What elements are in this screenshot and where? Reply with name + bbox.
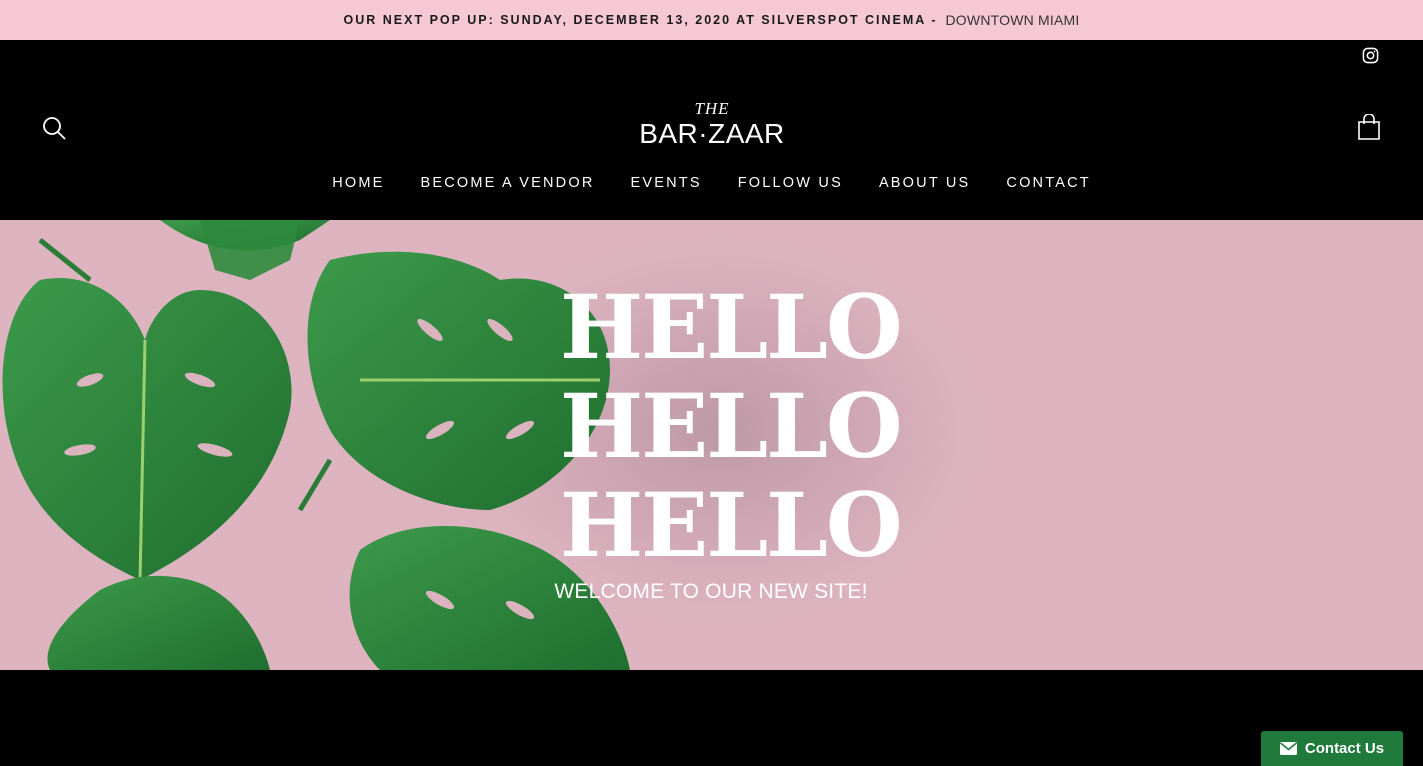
announcement-text: OUR NEXT POP UP: SUNDAY, DECEMBER 13, 20… xyxy=(343,13,938,27)
site-logo[interactable]: THE BAR·ZAAR xyxy=(632,100,792,152)
hero-line-3: HELLO xyxy=(560,473,903,577)
nav-home[interactable]: HOME xyxy=(332,173,384,195)
hero-line-2: HELLO xyxy=(560,374,903,478)
contact-us-label: Contact Us xyxy=(1304,740,1385,757)
contact-us-button[interactable]: Contact Us xyxy=(1261,731,1403,766)
site-header: THE BAR·ZAAR HOME BECOME A VENDOR EVENTS… xyxy=(0,40,1423,220)
nav-about-us[interactable]: ABOUT US xyxy=(879,173,970,195)
nav-follow-us[interactable]: FOLLOW US xyxy=(738,173,843,195)
nav-contact[interactable]: CONTACT xyxy=(1006,173,1090,195)
announcement-bar: OUR NEXT POP UP: SUNDAY, DECEMBER 13, 20… xyxy=(0,0,1423,40)
logo-name: BAR·ZAAR xyxy=(639,118,785,149)
envelope-icon xyxy=(1279,742,1297,755)
logo-the: THE xyxy=(694,99,730,118)
search-icon[interactable] xyxy=(42,116,66,140)
cart-icon[interactable] xyxy=(1357,114,1381,140)
main-nav: HOME BECOME A VENDOR EVENTS FOLLOW US AB… xyxy=(0,173,1423,195)
nav-events[interactable]: EVENTS xyxy=(631,173,702,195)
announcement-location: DOWNTOWN MIAMI xyxy=(945,12,1080,28)
instagram-icon[interactable] xyxy=(1362,47,1379,64)
hero-subtitle: WELCOME TO OUR NEW SITE! xyxy=(554,580,868,603)
nav-become-a-vendor[interactable]: BECOME A VENDOR xyxy=(421,173,595,195)
hero-line-1: HELLO xyxy=(560,275,903,379)
hero-banner: HELLO HELLO HELLO WELCOME TO OUR NEW SIT… xyxy=(0,220,1423,670)
page-section-below-hero xyxy=(0,670,1423,766)
hero-heading: HELLO HELLO HELLO xyxy=(560,275,903,577)
